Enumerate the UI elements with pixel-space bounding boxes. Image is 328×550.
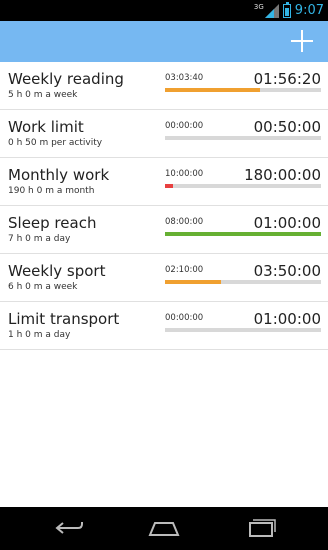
goal-row[interactable]: Weekly reading 5 h 0 m a week 03:03:40 01:5…: [0, 62, 328, 110]
goal-row[interactable]: Monthly work 190 h 0 m a month 10:00:00 180…: [0, 158, 328, 206]
progress-bar: [165, 88, 321, 92]
back-icon: [55, 522, 83, 534]
progress-bar: [165, 184, 321, 188]
goal-elapsed-time: 00:00:00: [165, 313, 204, 323]
recents-icon: [249, 519, 276, 537]
home-button[interactable]: [144, 513, 184, 543]
goal-subtitle: 0 h 50 m per activity: [8, 138, 103, 148]
goal-name: Work limit: [8, 118, 84, 136]
goal-row[interactable]: Sleep reach 7 h 0 m a day 08:00:00 01:00:00: [0, 206, 328, 254]
goal-row[interactable]: Work limit 0 h 50 m per activity 00:00:00 0…: [0, 110, 328, 158]
action-bar: [0, 21, 328, 62]
goal-subtitle: 5 h 0 m a week: [8, 90, 78, 100]
goal-row[interactable]: Limit transport 1 h 0 m a day 00:00:00 01:0…: [0, 302, 328, 350]
goal-name: Limit transport: [8, 310, 120, 328]
progress-bar: [165, 232, 321, 236]
status-icons: 3G 9:07: [254, 0, 324, 21]
goal-elapsed-time: 00:00:00: [165, 121, 204, 131]
signal-icon: [264, 3, 279, 18]
network-type-label: 3G: [253, 2, 264, 11]
goal-name: Sleep reach: [8, 214, 97, 232]
goal-elapsed-time: 10:00:00: [165, 169, 204, 179]
goal-remaining-time: 180:00:00: [244, 166, 321, 184]
progress-fill: [165, 280, 222, 284]
back-button[interactable]: [48, 513, 88, 543]
home-icon: [148, 522, 180, 536]
goal-subtitle: 7 h 0 m a day: [8, 234, 71, 244]
goal-name: Monthly work: [8, 166, 110, 184]
progress-fill: [165, 88, 261, 92]
goal-subtitle: 1 h 0 m a day: [8, 330, 71, 340]
battery-icon: [282, 1, 291, 18]
clock: 9:07: [294, 3, 324, 18]
goal-elapsed-time: 08:00:00: [165, 217, 204, 227]
navigation-bar: [0, 507, 328, 550]
progress-fill: [165, 232, 321, 236]
status-bar: 3G 9:07: [0, 0, 328, 21]
goal-subtitle: 6 h 0 m a week: [8, 282, 78, 292]
goal-row[interactable]: Weekly sport 6 h 0 m a week 02:10:00 03:50:…: [0, 254, 328, 302]
goal-elapsed-time: 03:03:40: [165, 73, 204, 83]
goal-name: Weekly reading: [8, 70, 124, 88]
goal-remaining-time: 01:00:00: [253, 214, 321, 232]
goal-subtitle: 190 h 0 m a month: [8, 186, 95, 196]
progress-bar: [165, 280, 321, 284]
goal-remaining-time: 03:50:00: [253, 262, 321, 280]
progress-bar: [165, 328, 321, 332]
goal-remaining-time: 00:50:00: [253, 118, 321, 136]
add-goal-button[interactable]: [288, 27, 316, 55]
goal-remaining-time: 01:56:20: [253, 70, 321, 88]
goal-elapsed-time: 02:10:00: [165, 265, 204, 275]
recents-button[interactable]: [241, 513, 281, 543]
progress-fill: [165, 184, 174, 188]
progress-bar: [165, 136, 321, 140]
goal-remaining-time: 01:00:00: [253, 310, 321, 328]
goal-name: Weekly sport: [8, 262, 106, 280]
goal-list: Weekly reading 5 h 0 m a week 03:03:40 01:5…: [0, 62, 328, 350]
